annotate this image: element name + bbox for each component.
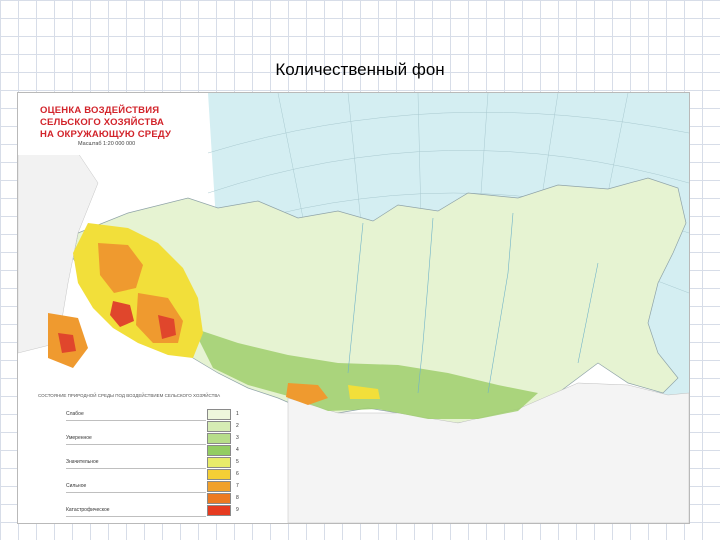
legend-swatch bbox=[207, 481, 231, 492]
map-title-line-2: СЕЛЬСКОГО ХОЗЯЙСТВА bbox=[40, 117, 165, 128]
legend-swatch bbox=[207, 457, 231, 468]
legend-label: Умеренное bbox=[66, 435, 92, 441]
legend-row: 2 bbox=[66, 421, 291, 433]
legend-swatch bbox=[207, 409, 231, 420]
legend-number: 7 bbox=[236, 483, 239, 489]
legend-row: 4 bbox=[66, 445, 291, 457]
map-title-line-3: НА ОКРУЖАЮЩУЮ СРЕДУ bbox=[40, 129, 172, 140]
legend-row: Сильное 7 bbox=[66, 481, 291, 493]
legend-row: Умеренное 3 bbox=[66, 433, 291, 445]
legend-number: 4 bbox=[236, 447, 239, 453]
legend-row: 6 bbox=[66, 469, 291, 481]
legend-number: 1 bbox=[236, 411, 239, 417]
legend-number: 2 bbox=[236, 423, 239, 429]
legend-number: 8 bbox=[236, 495, 239, 501]
legend-swatch bbox=[207, 421, 231, 432]
legend-number: 5 bbox=[236, 459, 239, 465]
legend-row: 8 bbox=[66, 493, 291, 505]
map-scale: Масштаб 1:20 000 000 bbox=[78, 141, 136, 147]
map-title-block: ОЦЕНКА ВОЗДЕЙСТВИЯ СЕЛЬСКОГО ХОЗЯЙСТВА Н… bbox=[18, 93, 204, 155]
legend-row: Катастрофическое 9 bbox=[66, 505, 291, 517]
legend-row: Слабое 1 bbox=[66, 409, 291, 421]
map-title-line-1: ОЦЕНКА ВОЗДЕЙСТВИЯ bbox=[40, 105, 160, 116]
legend-row: Значительное 5 bbox=[66, 457, 291, 469]
legend-label: Слабое bbox=[66, 411, 84, 417]
legend-number: 9 bbox=[236, 507, 239, 513]
legend-label: Катастрофическое bbox=[66, 507, 110, 513]
legend-number: 3 bbox=[236, 435, 239, 441]
slide-title: Количественный фон bbox=[275, 60, 445, 79]
legend-title: СОСТОЯНИЕ ПРИРОДНОЙ СРЕДЫ ПОД ВОЗДЕЙСТВИ… bbox=[38, 393, 221, 398]
legend-label: Сильное bbox=[66, 483, 87, 489]
legend-swatch bbox=[207, 469, 231, 480]
legend-swatch bbox=[207, 493, 231, 504]
legend-swatch bbox=[207, 433, 231, 444]
legend-swatch bbox=[207, 445, 231, 456]
legend-swatch bbox=[207, 505, 231, 516]
legend-label: Значительное bbox=[66, 459, 99, 465]
map-figure: ОЦЕНКА ВОЗДЕЙСТВИЯ СЕЛЬСКОГО ХОЗЯЙСТВА Н… bbox=[17, 92, 690, 524]
legend-number: 6 bbox=[236, 471, 239, 477]
